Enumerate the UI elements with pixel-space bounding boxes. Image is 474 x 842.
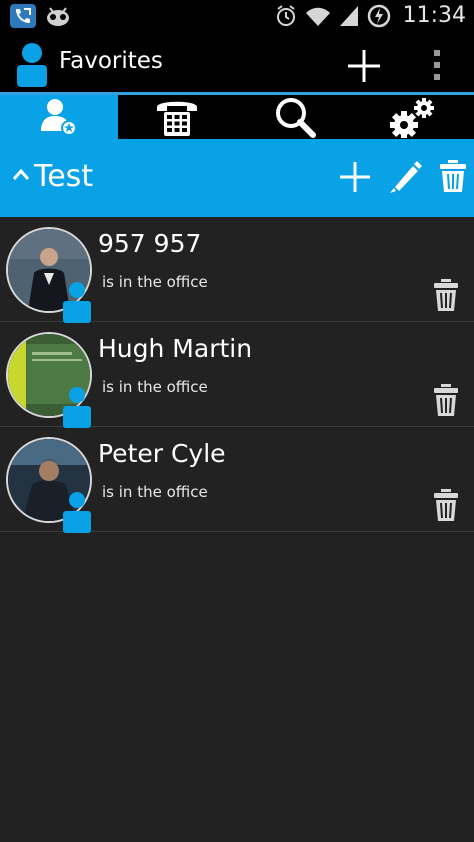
delete-contact-button[interactable] — [434, 489, 458, 521]
clock-text: 11:34 — [402, 3, 466, 28]
tab-dialpad[interactable] — [118, 95, 236, 139]
collapse-caret-icon[interactable] — [12, 167, 30, 183]
delete-contact-button[interactable] — [434, 279, 458, 311]
action-bar: Favorites — [0, 34, 474, 94]
group-title: Test — [34, 159, 94, 194]
favorites-contact-icon — [41, 99, 77, 136]
dialpad-phone-icon — [157, 101, 197, 136]
list-item[interactable]: Hugh Martin is in the office — [0, 322, 474, 428]
contact-status: is in the office — [102, 378, 208, 396]
favorite-contact-badge-icon — [63, 387, 91, 428]
status-bar: 11:34 — [0, 0, 474, 34]
list-item[interactable]: Peter Cyle is in the office — [0, 427, 474, 533]
android-debug-icon — [44, 4, 72, 28]
add-contact-to-group-button[interactable] — [337, 159, 373, 195]
app-contact-icon[interactable] — [16, 42, 48, 88]
list-item[interactable]: 957 957 is in the office — [0, 217, 474, 323]
favorite-contact-badge-icon — [63, 492, 91, 533]
group-header[interactable]: Test — [0, 139, 474, 217]
add-favorite-button[interactable] — [344, 46, 384, 86]
contact-status: is in the office — [102, 483, 208, 501]
tab-bar — [0, 95, 474, 139]
contact-name: Peter Cyle — [98, 439, 226, 468]
app-root: 11:34 Favorites Test 957 957 is in the o… — [0, 0, 474, 842]
alarm-icon — [276, 4, 295, 26]
system-status-icons: 11:34 — [275, 3, 466, 28]
contact-list: 957 957 is in the office Hugh Martin is … — [0, 217, 474, 533]
delete-group-button[interactable] — [440, 160, 466, 192]
contact-name: 957 957 — [98, 229, 202, 258]
edit-group-button[interactable] — [386, 158, 424, 196]
tab-settings[interactable] — [354, 95, 472, 139]
contact-name: Hugh Martin — [98, 334, 253, 363]
avatar[interactable] — [6, 332, 92, 428]
signal-icon — [339, 5, 358, 26]
avatar[interactable] — [6, 437, 92, 533]
search-icon — [276, 98, 316, 138]
phone-notification-icon — [10, 4, 36, 28]
settings-gears-icon — [390, 98, 434, 138]
contact-status: is in the office — [102, 273, 208, 291]
overflow-menu-icon[interactable] — [428, 48, 446, 82]
avatar[interactable] — [6, 227, 92, 323]
battery-charging-icon — [367, 4, 390, 27]
favorite-contact-badge-icon — [63, 282, 91, 323]
tab-favorites[interactable] — [0, 95, 118, 139]
notification-icons — [10, 4, 72, 28]
tab-search[interactable] — [236, 95, 354, 139]
delete-contact-button[interactable] — [434, 384, 458, 416]
wifi-icon — [305, 7, 330, 26]
page-title: Favorites — [59, 48, 163, 74]
